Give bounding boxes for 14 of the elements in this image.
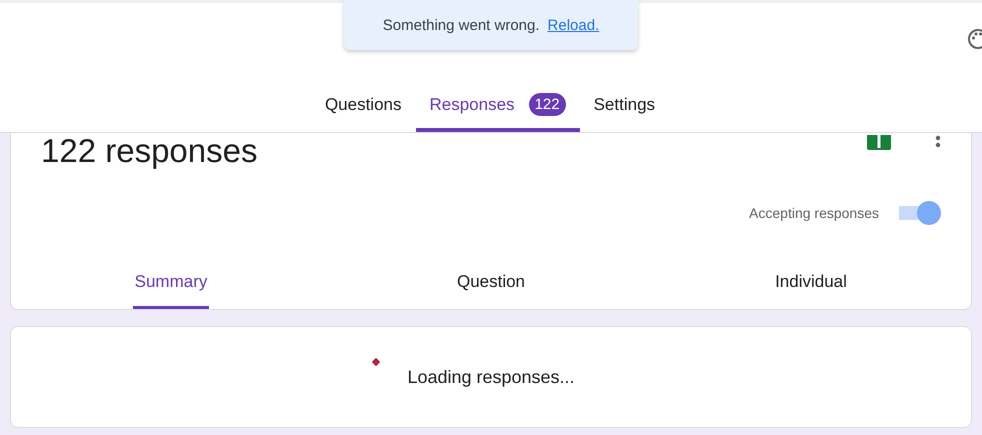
toast-message: Something went wrong.	[382, 16, 540, 34]
more-icon[interactable]	[935, 135, 941, 148]
view-tab[interactable]: Question	[453, 260, 529, 309]
spinner-icon	[372, 358, 380, 366]
view-tab[interactable]: Summary	[133, 260, 209, 309]
spreadsheet-icon[interactable]	[867, 135, 891, 150]
accepting-label: Accepting responses	[749, 205, 879, 221]
count-badge: 122	[528, 93, 566, 116]
nav-tab[interactable]: Questions	[310, 85, 416, 132]
responses-title: 122 responses	[41, 132, 258, 170]
loading-message: Loading responses...	[407, 366, 575, 388]
reload-link[interactable]: Reload.	[548, 16, 600, 34]
view-tab[interactable]: Individual	[773, 260, 849, 309]
nav-tab[interactable]: Settings	[580, 85, 670, 132]
